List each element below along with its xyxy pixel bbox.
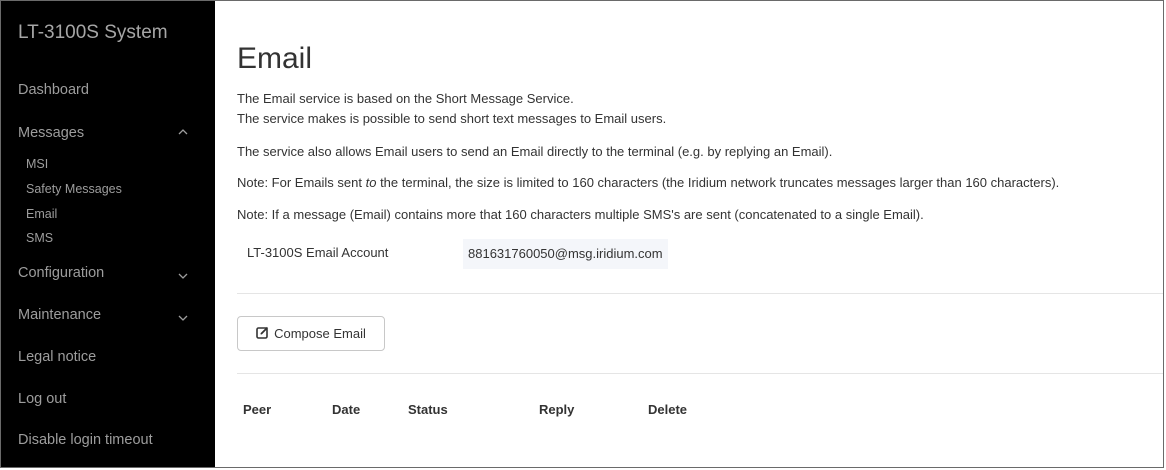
column-header-reply[interactable]: Reply	[539, 402, 574, 417]
sidebar-item-dashboard[interactable]: Dashboard	[18, 82, 198, 98]
sidebar-item-log-out[interactable]: Log out	[18, 391, 198, 407]
description-line-3: The service also allows Email users to s…	[237, 144, 833, 159]
chevron-down-icon	[178, 313, 188, 325]
sidebar-item-maintenance[interactable]: Maintenance	[18, 307, 198, 323]
compose-email-label: Compose Email	[274, 326, 366, 341]
sidebar-item-label: Log out	[18, 391, 67, 407]
sidebar-item-label: Disable login timeout	[18, 432, 153, 448]
sidebar-item-disable-login-timeout[interactable]: Disable login timeout	[18, 432, 198, 448]
sidebar-subitem-sms[interactable]: SMS	[26, 231, 53, 245]
note-text-start: Note: For Emails sent	[237, 175, 366, 190]
sidebar: LT-3100S System Dashboard Messages MSI S…	[1, 1, 215, 467]
sidebar-item-legal-notice[interactable]: Legal notice	[18, 349, 198, 365]
chevron-down-icon	[178, 271, 188, 283]
compose-email-button[interactable]: Compose Email	[237, 316, 385, 351]
sidebar-subitem-safety-messages[interactable]: Safety Messages	[26, 182, 122, 196]
sidebar-item-messages[interactable]: Messages	[18, 125, 198, 141]
email-account-value: 881631760050@msg.iridium.com	[463, 239, 668, 269]
app-window: LT-3100S System Dashboard Messages MSI S…	[0, 0, 1164, 468]
chevron-up-icon	[178, 127, 188, 139]
sidebar-item-label: Legal notice	[18, 349, 97, 365]
sidebar-item-configuration[interactable]: Configuration	[18, 265, 198, 281]
main-content: Email The Email service is based on the …	[215, 1, 1163, 467]
email-account-label: LT-3100S Email Account	[247, 245, 389, 260]
brand-title[interactable]: LT-3100S System	[18, 22, 168, 44]
sidebar-item-label: Maintenance	[18, 307, 102, 323]
note-size-limit: Note: For Emails sent to the terminal, t…	[237, 175, 1059, 190]
description-line-1: The Email service is based on the Short …	[237, 91, 574, 106]
description-line-2: The service makes is possible to send sh…	[237, 111, 667, 126]
column-header-date[interactable]: Date	[332, 402, 360, 417]
sidebar-item-label: Configuration	[18, 265, 105, 281]
sidebar-subitem-email[interactable]: Email	[26, 207, 57, 221]
divider	[237, 293, 1163, 294]
note-text-end: the terminal, the size is limited to 160…	[376, 175, 1060, 190]
sidebar-item-label: Dashboard	[18, 82, 89, 98]
edit-icon	[256, 326, 269, 342]
divider	[237, 373, 1163, 374]
note-emphasis: to	[365, 175, 377, 190]
column-header-peer[interactable]: Peer	[243, 402, 271, 417]
column-header-status[interactable]: Status	[408, 402, 448, 417]
page-title: Email	[237, 42, 313, 75]
sidebar-subitem-msi[interactable]: MSI	[26, 157, 48, 171]
note-concatenation: Note: If a message (Email) contains more…	[237, 207, 924, 222]
sidebar-item-label: Messages	[18, 125, 85, 141]
column-header-delete[interactable]: Delete	[648, 402, 687, 417]
